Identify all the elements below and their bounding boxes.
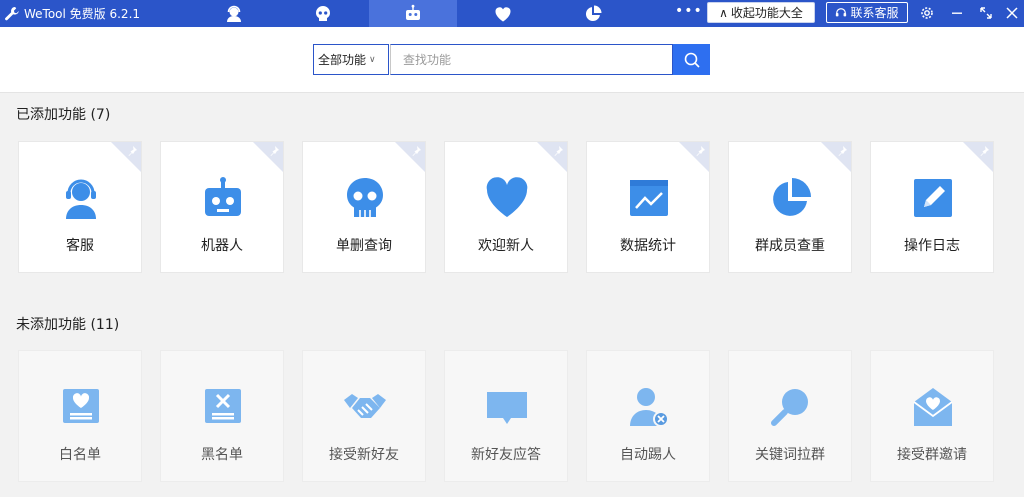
skull-icon	[316, 5, 330, 21]
search-bar-area: 全部功能 ∨	[0, 27, 1024, 93]
feature-label: 单删查询	[336, 238, 392, 254]
feature-card-whitelist[interactable]: 白名单	[18, 350, 142, 482]
close-icon[interactable]	[1002, 3, 1022, 23]
search-icon	[684, 52, 700, 68]
feature-label: 接受新好友	[329, 447, 399, 463]
pin-icon[interactable]	[268, 145, 280, 157]
skull-icon	[340, 173, 390, 223]
pin-icon[interactable]	[126, 145, 138, 157]
feature-label: 群成员查重	[755, 238, 825, 254]
feature-label: 黑名单	[201, 447, 243, 463]
envelope-heart-icon	[908, 382, 958, 432]
scope-select-value: 全部功能	[318, 53, 367, 67]
feature-label: 欢迎新人	[478, 238, 534, 254]
minimize-icon[interactable]	[947, 3, 967, 23]
magnifier-icon	[766, 382, 816, 432]
feature-card-auto-kick[interactable]: 自动踢人	[586, 350, 710, 482]
headset-icon	[836, 7, 847, 16]
feature-card-statistics[interactable]: 数据统计	[586, 141, 710, 273]
search-button[interactable]	[673, 44, 710, 75]
collapse-features-label: 收起功能大全	[730, 6, 803, 20]
maximize-icon[interactable]	[976, 3, 996, 23]
feature-card-member-dedup[interactable]: 群成员查重	[728, 141, 852, 273]
feature-label: 数据统计	[620, 238, 676, 254]
customer-service-icon	[227, 5, 241, 22]
feature-label: 关键词拉群	[755, 447, 825, 463]
remove-user-icon	[624, 382, 674, 432]
robot-icon	[406, 4, 420, 20]
feature-card-customer-service[interactable]: 客服	[18, 141, 142, 273]
heart-icon	[482, 173, 532, 223]
pie-chart-icon	[585, 5, 602, 21]
feature-card-keyword-group[interactable]: 关键词拉群	[728, 350, 852, 482]
feature-card-accept-friend[interactable]: 接受新好友	[302, 350, 426, 482]
feature-card-welcome[interactable]: 欢迎新人	[444, 141, 568, 273]
app-title-text: WeTool 免费版 6.2.1	[24, 7, 141, 21]
feature-label: 操作日志	[904, 238, 960, 254]
customer-service-icon	[56, 173, 106, 223]
tab-welcome[interactable]	[459, 0, 547, 27]
settings-gear-icon[interactable]	[917, 3, 937, 23]
pin-icon[interactable]	[410, 145, 422, 157]
chat-bubble-icon	[482, 382, 532, 432]
tab-robot[interactable]	[369, 0, 457, 27]
feature-card-robot[interactable]: 机器人	[160, 141, 284, 273]
pin-icon[interactable]	[694, 145, 706, 157]
more-icon[interactable]: •••	[675, 4, 702, 22]
tab-customer-service[interactable]	[190, 0, 278, 27]
pin-icon[interactable]	[552, 145, 564, 157]
scope-select[interactable]: 全部功能 ∨	[313, 44, 389, 75]
feature-card-friend-reply[interactable]: 新好友应答	[444, 350, 568, 482]
pin-icon[interactable]	[836, 145, 848, 157]
unadded-section-title: 未添加功能 (11)	[16, 317, 120, 333]
contact-support-label: 联系客服	[850, 6, 899, 20]
wrench-logo-icon	[4, 6, 20, 22]
robot-icon	[198, 173, 248, 223]
feature-card-delete-check[interactable]: 单删查询	[302, 141, 426, 273]
pin-icon[interactable]	[978, 145, 990, 157]
feature-label: 接受群邀请	[897, 447, 967, 463]
feature-label: 自动踢人	[620, 447, 676, 463]
heart-icon	[495, 6, 511, 21]
added-section-title: 已添加功能 (7)	[16, 107, 111, 123]
whitelist-icon	[56, 382, 106, 432]
feature-card-operation-log[interactable]: 操作日志	[870, 141, 994, 273]
line-chart-icon	[624, 173, 674, 223]
feature-card-blacklist[interactable]: 黑名单	[160, 350, 284, 482]
feature-label: 白名单	[59, 447, 101, 463]
handshake-icon	[340, 382, 390, 432]
feature-label: 机器人	[201, 238, 243, 254]
contact-support-button[interactable]: 联系客服	[826, 2, 908, 23]
pie-chart-icon	[766, 173, 816, 223]
feature-label: 客服	[66, 238, 94, 254]
blacklist-icon	[198, 382, 248, 432]
collapse-features-button[interactable]: ∧ 收起功能大全	[707, 2, 815, 23]
feature-card-accept-invite[interactable]: 接受群邀请	[870, 350, 994, 482]
feature-label: 新好友应答	[471, 447, 541, 463]
tab-statistics[interactable]	[549, 0, 637, 27]
title-bar: WeTool 免费版 6.2.1 ••• ∧ 收起功能大全 联系客服	[0, 0, 1024, 27]
collapse-chevron-icon: ∧	[719, 5, 728, 20]
edit-icon	[908, 173, 958, 223]
app-title: WeTool 免费版 6.2.1	[4, 0, 140, 27]
chevron-down-icon: ∨	[369, 54, 376, 65]
tab-delete-check[interactable]	[279, 0, 367, 27]
search-input[interactable]	[390, 44, 673, 75]
